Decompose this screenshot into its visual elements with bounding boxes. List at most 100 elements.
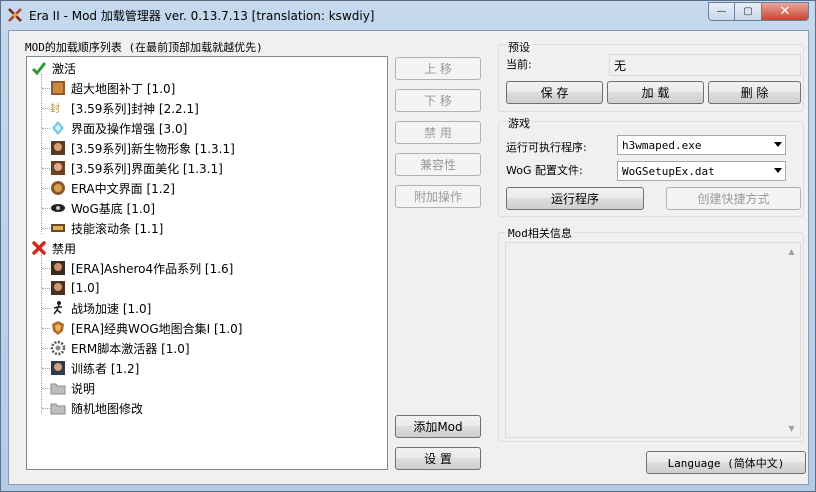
cfg-select-value: WoGSetupEx.dat [622, 164, 715, 178]
main-window: Era II - Mod 加载管理器 ver. 0.13.7.13 [trans… [0, 0, 816, 492]
active-group-label: 激活 [52, 61, 77, 76]
client-area: MOD的加载顺序列表 (在最前顶部加载就越优先) 激活 超大地图补丁 [1.0] [8, 30, 809, 485]
title-bar[interactable]: Era II - Mod 加载管理器 ver. 0.13.7.13 [trans… [1, 1, 815, 29]
mod-portrait-icon [51, 281, 65, 295]
tree-line [42, 148, 50, 149]
tree-line [42, 388, 50, 389]
exe-select[interactable]: h3wmaped.exe [617, 135, 786, 155]
settings-button[interactable]: 设 置 [395, 447, 481, 470]
list-item[interactable]: [3.59系列]新生物形象 [1.3.1] [50, 138, 235, 158]
list-item[interactable]: [ERA]Ashero4作品系列 [1.6] [50, 258, 233, 278]
mod-item-label: ERM脚本激活器 [1.0] [71, 341, 190, 356]
shield-icon [52, 321, 64, 335]
game-label: 游戏 [506, 115, 532, 131]
mod-item-label: [ERA]Ashero4作品系列 [1.6] [71, 261, 234, 276]
mod-item-label: 界面及操作增强 [3.0] [71, 121, 188, 136]
list-item[interactable]: 随机地图修改 [50, 398, 143, 418]
preset-label: 预设 [506, 39, 532, 55]
wog-eye-icon [51, 204, 65, 212]
mod-item-label: [ERA]经典WOG地图合集Ⅰ [1.0] [71, 321, 243, 336]
crystal-icon [52, 121, 64, 135]
mod-info-label: Mod相关信息 [506, 225, 574, 241]
scroll-up-arrow-icon[interactable]: ▲ [783, 243, 800, 260]
create-shortcut-button[interactable]: 创建快捷方式 [666, 187, 801, 210]
minimize-button[interactable]: — [708, 2, 735, 21]
interface-portrait-icon [51, 161, 65, 175]
tree-line [42, 128, 50, 129]
chevron-down-icon [774, 168, 782, 173]
disable-button[interactable]: 禁 用 [395, 121, 481, 144]
green-check-icon [31, 62, 47, 76]
list-item[interactable]: 封 [3.59系列]封神 [2.2.1] [50, 98, 199, 118]
tree-line [42, 368, 50, 369]
era-crossed-swords-icon [8, 8, 22, 22]
map-icon [51, 81, 65, 95]
trainer-portrait-icon [51, 361, 65, 375]
move-up-button[interactable]: 上 移 [395, 57, 481, 80]
chevron-down-icon [774, 142, 782, 147]
exe-select-value: h3wmaped.exe [622, 138, 702, 152]
tree-line [41, 74, 42, 234]
list-item[interactable]: [1.0] [50, 278, 99, 298]
cfg-label: WoG 配置文件: [506, 164, 583, 177]
tree-line [42, 268, 50, 269]
tree-line [42, 228, 50, 229]
folder-icon [50, 383, 66, 395]
mod-item-label: 超大地图补丁 [1.0] [71, 81, 176, 96]
list-item[interactable]: ERA中文界面 [1.2] [50, 178, 175, 198]
mod-tree[interactable]: 激活 超大地图补丁 [1.0] 封 [3.59系列]封神 [2.2.1] 界面及… [26, 56, 388, 470]
era-seal-icon [51, 181, 65, 195]
mod-item-label: 训练者 [1.2] [71, 361, 140, 376]
language-button[interactable]: Language (简体中文) [646, 451, 806, 474]
add-mod-button[interactable]: 添加Mod [395, 415, 481, 438]
save-preset-button[interactable]: 保 存 [506, 81, 603, 104]
close-button[interactable]: ✕ [762, 2, 809, 21]
list-item[interactable]: 说明 [50, 378, 95, 398]
move-down-button[interactable]: 下 移 [395, 89, 481, 112]
maximize-button[interactable]: ▢ [735, 2, 762, 21]
disabled-group-header[interactable]: 禁用 [31, 238, 76, 258]
window-controls: — ▢ ✕ [708, 2, 809, 21]
calligraphy-icon: 封 [50, 102, 60, 115]
list-item[interactable]: 战场加速 [1.0] [50, 298, 151, 318]
mod-item-label: [3.59系列]新生物形象 [1.3.1] [71, 141, 235, 156]
list-item[interactable]: WoG基底 [1.0] [50, 198, 155, 218]
list-item[interactable]: [ERA]经典WOG地图合集Ⅰ [1.0] [50, 318, 242, 338]
mod-item-label: [3.59系列]界面美化 [1.3.1] [71, 161, 223, 176]
delete-preset-button[interactable]: 删 除 [708, 81, 801, 104]
load-preset-button[interactable]: 加 载 [607, 81, 704, 104]
run-game-button[interactable]: 运行程序 [506, 187, 644, 210]
mod-item-label: WoG基底 [1.0] [71, 201, 156, 216]
mod-list-label: MOD的加载顺序列表 (在最前顶部加载就越优先) [25, 41, 263, 54]
tree-line [42, 348, 50, 349]
tree-line [42, 188, 50, 189]
window-title: Era II - Mod 加载管理器 ver. 0.13.7.13 [trans… [29, 9, 375, 23]
current-preset-label: 当前: [506, 58, 532, 71]
scrollbar-icon [51, 224, 65, 232]
tree-line [42, 288, 50, 289]
svg-text:封: 封 [50, 102, 60, 115]
tree-line [42, 168, 50, 169]
info-scrollbar[interactable]: ▲ ▼ [783, 243, 800, 437]
mod-item-label: 战场加速 [1.0] [71, 301, 152, 316]
list-item[interactable]: [3.59系列]界面美化 [1.3.1] [50, 158, 223, 178]
scroll-down-arrow-icon[interactable]: ▼ [783, 420, 800, 437]
mod-item-label: [3.59系列]封神 [2.2.1] [71, 101, 199, 116]
exe-label: 运行可执行程序: [506, 141, 587, 154]
list-item[interactable]: ERM脚本激活器 [1.0] [50, 338, 190, 358]
list-item[interactable]: 超大地图补丁 [1.0] [50, 78, 175, 98]
list-item[interactable]: 技能滚动条 [1.1] [50, 218, 163, 238]
mod-info-text[interactable]: ▲ ▼ [505, 242, 801, 438]
mod-item-label: 说明 [71, 381, 96, 396]
tree-line [42, 108, 50, 109]
list-item[interactable]: 界面及操作增强 [3.0] [50, 118, 187, 138]
cfg-select[interactable]: WoGSetupEx.dat [617, 161, 786, 181]
extra-actions-button[interactable]: 附加操作 [395, 185, 481, 208]
active-group-header[interactable]: 激活 [31, 58, 76, 78]
mod-item-label: [1.0] [71, 281, 100, 295]
list-item[interactable]: 训练者 [1.2] [50, 358, 139, 378]
tree-line [42, 308, 50, 309]
running-man-icon [53, 301, 62, 315]
hero-portrait-icon [51, 261, 65, 275]
compatibility-button[interactable]: 兼容性 [395, 153, 481, 176]
